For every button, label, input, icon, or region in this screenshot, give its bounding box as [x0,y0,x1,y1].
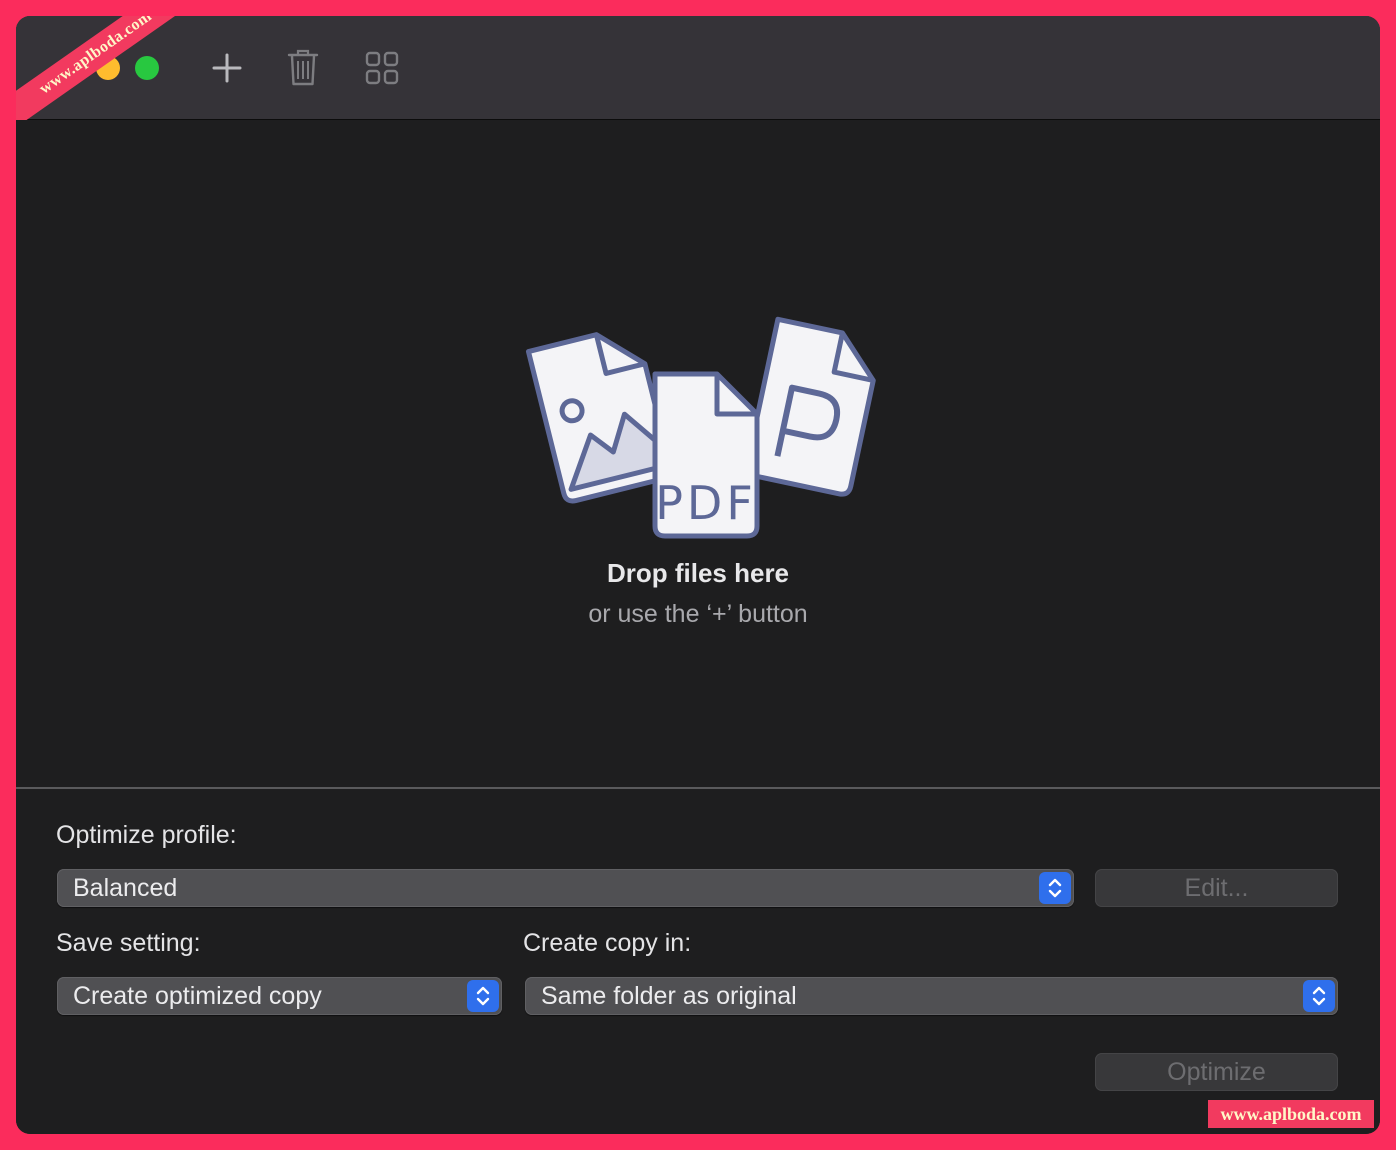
create-copy-in-select[interactable]: Same folder as original [525,977,1338,1015]
popup-stepper-icon [1303,980,1335,1012]
drop-subtitle: or use the ‘+’ button [588,600,808,628]
drop-zone[interactable]: PDF Drop files here or use the ‘+’ butto… [16,120,1380,787]
pdf-file-icon: PDF [652,371,760,539]
optimize-profile-select[interactable]: Balanced [57,869,1074,907]
settings-panel: Optimize profile: Balanced Edit... Save … [16,789,1380,1134]
optimize-profile-value: Balanced [73,874,178,902]
title-bar: www.aplboda.com [16,16,1380,135]
app-window: www.aplboda.com PDF Drop files here or u… [16,16,1380,1134]
presentation-file-icon [744,316,876,497]
drop-title: Drop files here [606,558,790,588]
optimize-profile-label: Optimize profile: [56,821,237,849]
plus-icon [212,53,242,83]
edit-profile-button[interactable]: Edit... [1095,869,1338,907]
image-file-icon [525,332,674,504]
popup-stepper-icon [467,980,499,1012]
zoom-window-button[interactable] [135,56,159,80]
pdf-label: PDF [655,476,757,530]
trash-icon [287,49,319,86]
create-copy-in-label: Create copy in: [523,929,692,957]
save-setting-select[interactable]: Create optimized copy [57,977,502,1015]
create-copy-in-value: Same folder as original [541,982,797,1010]
save-setting-label: Save setting: [56,929,201,957]
add-files-button[interactable] [203,44,251,92]
popup-stepper-icon [1039,872,1071,904]
save-setting-value: Create optimized copy [73,982,322,1010]
file-types-illustration: PDF [525,316,876,539]
grid-view-button[interactable] [358,44,406,92]
grid-icon [365,51,399,85]
watermark-bottom-right: www.aplboda.com [1208,1100,1374,1128]
optimize-button[interactable]: Optimize [1095,1053,1338,1091]
remove-files-button[interactable] [279,44,327,92]
